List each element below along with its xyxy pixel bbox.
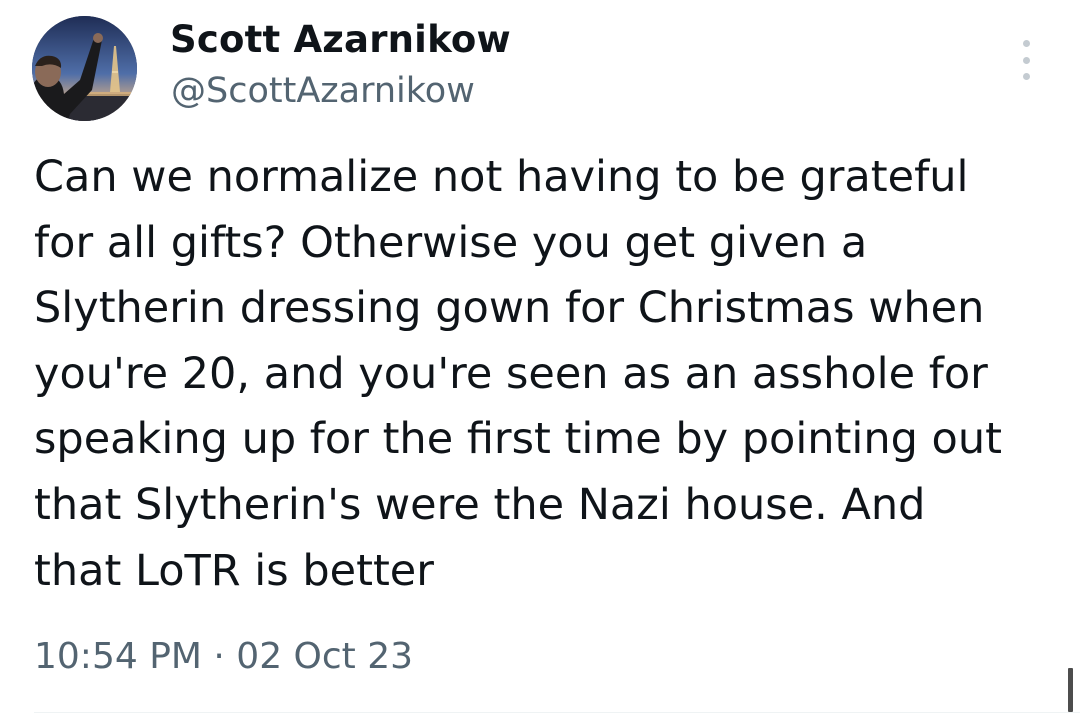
tweet-card: Scott Azarnikow @ScottAzarnikow Can we n… [0, 0, 1080, 715]
tweet-text-line: speaking up for the first time by pointi… [34, 414, 1002, 465]
author-handle[interactable]: @ScottAzarnikow [171, 68, 475, 114]
profile-photo-icon [32, 16, 137, 121]
tweet-text-line: Can we normalize not having to be gratef… [34, 152, 969, 202]
tweet-text-line: Slytherin dressing gown for Christmas wh… [34, 283, 985, 334]
menu-dot [1022, 56, 1030, 64]
avatar[interactable] [32, 16, 137, 121]
tweet-timestamp[interactable]: 10:54 PM · 02 Oct 23 [34, 632, 413, 682]
tweet-text: Can we normalize not having to be gratef… [34, 145, 1064, 604]
tweet-text-line: that LoTR is better [34, 545, 434, 596]
tweet-text-line: that Slytherin's were the Nazi house. An… [34, 479, 926, 530]
divider [34, 712, 1080, 713]
scrollbar[interactable] [1068, 668, 1073, 712]
tweet-text-line: for all gifts? Otherwise you get given a [34, 217, 868, 268]
more-vertical-icon[interactable] [1008, 40, 1044, 80]
menu-dot [1022, 40, 1030, 47]
tweet-text-line: you're 20, and you're seen as an asshole… [34, 348, 988, 399]
author-display-name[interactable]: Scott Azarnikow [170, 16, 511, 64]
menu-dot [1022, 73, 1030, 80]
